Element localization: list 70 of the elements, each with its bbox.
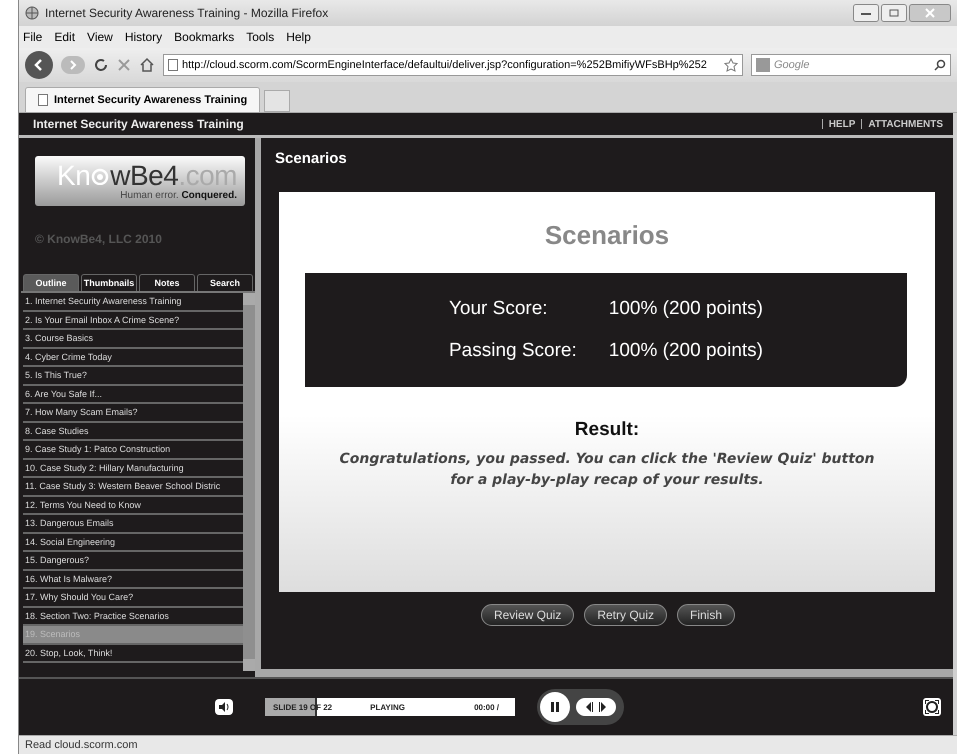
search-icon[interactable]: [934, 59, 946, 71]
time-readout: 00:00 /: [474, 702, 499, 712]
course-title: Internet Security Awareness Training: [33, 117, 244, 131]
score-label: Your Score:: [448, 298, 549, 320]
fullscreen-button[interactable]: [923, 698, 941, 716]
header-link[interactable]: ATTACHMENTS: [868, 118, 943, 130]
result-text: Congratulations, you passed. You can click the 'Review Quiz' button for a play-by-play recap of your results.: [338, 450, 876, 490]
status-bar-text: Read cloud.scorm.com: [19, 735, 957, 754]
menu-item[interactable]: Bookmarks: [174, 30, 234, 44]
panel-tab[interactable]: Notes: [139, 274, 195, 291]
menu-item[interactable]: Tools: [246, 30, 274, 44]
minimize-icon: [861, 11, 871, 15]
score-label: Passing Score:: [448, 340, 577, 362]
browser-tab[interactable]: Internet Security Awareness Training: [25, 87, 260, 112]
slide-counter: SLIDE 19 OF 22: [273, 702, 332, 712]
reload-icon[interactable]: [93, 57, 109, 73]
pause-button[interactable]: [540, 692, 570, 722]
menu-item[interactable]: View: [87, 30, 113, 44]
quiz-button[interactable]: Review Quiz: [480, 604, 574, 626]
maximize-button[interactable]: [881, 4, 907, 22]
score-value: 100% (200 points): [608, 298, 763, 320]
speaker-icon: [218, 702, 230, 712]
address-field[interactable]: http://cloud.scorm.com/ScormEngineInterface/defaultui/deliver.jsp?configuration=%252BmifiyWFsBHp%252: [163, 54, 743, 76]
panel-tab[interactable]: Thumbnails: [81, 274, 137, 291]
outline-item[interactable]: 12. Terms You Need to Know: [23, 496, 243, 515]
panel-tab[interactable]: Outline: [23, 274, 79, 291]
skip-buttons[interactable]: [576, 698, 616, 716]
slide-heading: Scenarios: [544, 220, 670, 251]
playback-status: PLAYING: [370, 702, 405, 712]
quiz-button[interactable]: Finish: [677, 604, 736, 626]
copyright-text: © KnowBe4, LLC 2010: [35, 232, 163, 246]
scrollbar[interactable]: [243, 293, 255, 671]
globe-icon: [25, 6, 39, 20]
search-field[interactable]: Google: [751, 54, 951, 76]
panel-tab[interactable]: Search: [197, 274, 253, 291]
quiz-button[interactable]: Retry Quiz: [584, 604, 668, 626]
logo-mark-icon: [90, 166, 110, 184]
menu-item[interactable]: Help: [286, 30, 311, 44]
minimize-button[interactable]: [853, 4, 879, 22]
slide-title: Scenarios: [274, 149, 348, 169]
outline-item[interactable]: 16. What Is Malware?: [23, 570, 243, 589]
back-button[interactable]: [25, 51, 53, 79]
outline-item[interactable]: 4. Cyber Crime Today: [23, 348, 243, 367]
result-label: Result:: [574, 419, 640, 441]
google-icon: [756, 58, 770, 72]
menu-item[interactable]: File: [23, 30, 42, 44]
close-icon: [925, 8, 935, 18]
outline-item[interactable]: 6. Are You Safe If...: [23, 386, 243, 404]
score-value: 100% (200 points): [608, 340, 763, 362]
outline-item[interactable]: 10. Case Study 2: Hillary Manufacturing: [23, 460, 243, 478]
page-icon: [38, 94, 48, 106]
header-link[interactable]: HELP: [828, 118, 856, 130]
back-icon: [33, 59, 45, 71]
close-button[interactable]: [909, 4, 951, 22]
star-icon[interactable]: [724, 58, 738, 72]
home-icon[interactable]: [139, 57, 155, 73]
progress-bar[interactable]: SLIDE 19 OF 22 PLAYING 00:00 /: [265, 698, 515, 716]
maximize-icon: [889, 9, 899, 17]
window-title: Internet Security Awareness Training - Mozilla Firefox: [45, 6, 328, 20]
menu-item[interactable]: Edit: [54, 30, 76, 44]
page-icon: [168, 59, 178, 71]
outline-item[interactable]: 18. Section Two: Practice Scenarios: [23, 608, 243, 626]
outline-item[interactable]: 8. Case Studies: [23, 422, 243, 441]
pause-icon: [550, 702, 560, 712]
volume-button[interactable]: [215, 699, 233, 715]
outline-item[interactable]: 2. Is Your Email Inbox A Crime Scene?: [23, 312, 243, 330]
fullscreen-icon: [925, 700, 939, 714]
outline-item[interactable]: 14. Social Engineering: [23, 534, 243, 552]
outline-item[interactable]: 20. Stop, Look, Think!: [23, 644, 243, 663]
menu-item[interactable]: History: [124, 30, 162, 44]
